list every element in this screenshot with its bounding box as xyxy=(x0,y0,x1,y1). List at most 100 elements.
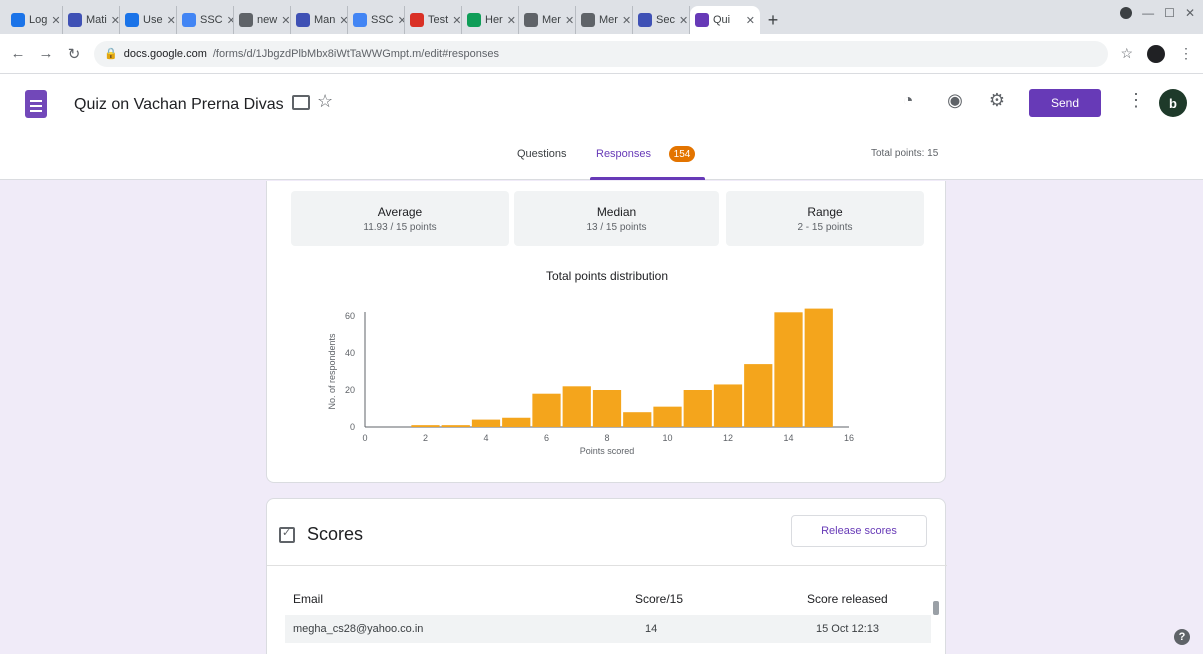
help-icon[interactable]: ? xyxy=(1174,629,1190,645)
chart-bar xyxy=(653,406,682,427)
browser-tab[interactable]: Use ✕ xyxy=(120,6,177,34)
column-header-email: Email xyxy=(293,592,324,606)
active-tab-indicator xyxy=(590,177,705,180)
form-title[interactable]: Quiz on Vachan Prerna Divas xyxy=(74,96,284,114)
scores-title: Scores xyxy=(307,524,364,544)
browser-tab[interactable]: Her ✕ xyxy=(462,6,519,34)
browser-tab-label: Her xyxy=(485,14,503,26)
browser-tab-label: SSC xyxy=(371,14,394,26)
x-tick-label: 2 xyxy=(423,433,428,443)
x-axis-label: Points scored xyxy=(580,446,635,456)
reload-icon[interactable]: ↻ xyxy=(66,45,82,63)
star-icon[interactable]: ☆ xyxy=(317,91,333,112)
browser-tab[interactable]: SSC ✕ xyxy=(348,6,405,34)
close-icon[interactable]: ✕ xyxy=(507,14,516,27)
palette-icon[interactable]: ◔ xyxy=(897,90,919,111)
close-window-button[interactable]: ✕ xyxy=(1185,6,1195,20)
more-vert-icon[interactable]: ⋮ xyxy=(1127,90,1145,111)
profile-avatar[interactable] xyxy=(1147,44,1165,63)
browser-tab[interactable]: new ✕ xyxy=(234,6,291,34)
close-icon[interactable]: ✕ xyxy=(227,14,233,27)
browser-tab[interactable]: SSC ✕ xyxy=(177,6,234,34)
y-tick-label: 0 xyxy=(350,422,355,432)
close-icon[interactable]: ✕ xyxy=(398,14,404,27)
back-icon[interactable]: ← xyxy=(10,45,26,62)
browser-menu-icon[interactable]: ⋮ xyxy=(1179,45,1193,62)
tab-responses[interactable]: Responses xyxy=(596,148,651,160)
close-icon[interactable]: ✕ xyxy=(51,14,60,27)
browser-tab[interactable]: Mer ✕ xyxy=(576,6,633,34)
scores-check-icon xyxy=(279,526,295,543)
settings-gear-icon[interactable]: ⚙ xyxy=(986,90,1008,111)
url-host: docs.google.com xyxy=(123,47,207,60)
account-avatar[interactable]: b xyxy=(1159,89,1187,117)
bookmark-star-icon[interactable]: ☆ xyxy=(1120,45,1133,62)
close-icon[interactable]: ✕ xyxy=(167,14,176,27)
browser-tab[interactable]: Mati ✕ xyxy=(63,6,120,34)
favicon-icon xyxy=(524,13,538,27)
favicon-icon xyxy=(296,13,310,27)
chart-bar xyxy=(471,419,501,427)
browser-tab[interactable]: Test ✕ xyxy=(405,6,462,34)
browser-tab-active[interactable]: Qui ✕ xyxy=(690,6,760,34)
favicon-icon xyxy=(410,13,424,27)
new-tab-button[interactable]: + xyxy=(760,6,786,34)
minimize-button[interactable]: — xyxy=(1142,6,1154,20)
summary-card: Average 11.93 / 15 points Median 13 / 15… xyxy=(266,181,946,483)
chart-bar xyxy=(683,390,712,427)
responses-count-badge: 154 xyxy=(669,146,695,162)
browser-tab[interactable]: Log ✕ xyxy=(6,6,63,34)
favicon-icon xyxy=(638,13,652,27)
y-axis-label: No. of respondents xyxy=(327,333,337,410)
row-released: 15 Oct 12:13 xyxy=(816,623,879,635)
browser-tab-label: Mer xyxy=(542,14,561,26)
browser-tab-label: Mer xyxy=(599,14,618,26)
chart-bar xyxy=(562,386,591,427)
chart-bar xyxy=(804,308,833,427)
forward-icon[interactable]: → xyxy=(38,45,54,62)
favicon-icon xyxy=(11,13,25,27)
close-icon[interactable]: ✕ xyxy=(746,14,755,27)
browser-tab-label: Sec xyxy=(656,14,675,26)
extension-icon[interactable] xyxy=(1120,7,1133,19)
browser-tab-label: Mati xyxy=(86,14,107,26)
column-header-released: Score released xyxy=(807,592,888,606)
x-tick-label: 14 xyxy=(783,433,793,443)
send-button[interactable]: Send xyxy=(1029,89,1101,117)
y-tick-label: 20 xyxy=(345,385,355,395)
folder-icon[interactable] xyxy=(292,95,310,110)
browser-tab[interactable]: Sec ✕ xyxy=(633,6,690,34)
browser-tab[interactable]: Mer ✕ xyxy=(519,6,576,34)
divider xyxy=(267,565,947,566)
release-scores-button[interactable]: Release scores xyxy=(791,515,927,547)
forms-logo-icon[interactable] xyxy=(25,90,47,118)
browser-tab-strip: Log✕Mati✕Use✕SSC✕new✕Man✕SSC✕Test✕Her✕Me… xyxy=(0,0,1203,34)
address-bar[interactable]: 🔒 docs.google.com/forms/d/1JbgzdPlbMbx8i… xyxy=(94,40,1109,67)
favicon-icon xyxy=(581,13,595,27)
chart-bar xyxy=(774,312,803,427)
tab-questions[interactable]: Questions xyxy=(517,148,567,160)
browser-tab-label: new xyxy=(257,14,278,26)
browser-tab-label: SSC xyxy=(200,14,223,26)
points-distribution-chart: 0 2 4 6 8 10 12 14 16 0 20 40 60 Points scored No. of … xyxy=(327,308,854,456)
scores-card: Scores Release scores Email Score/15 Sco… xyxy=(266,498,947,654)
window-controls: — ☐ ✕ xyxy=(1120,6,1195,20)
row-score: 14 xyxy=(645,623,658,635)
close-icon[interactable]: ✕ xyxy=(679,14,688,27)
close-icon[interactable]: ✕ xyxy=(622,14,631,27)
table-scrollbar[interactable] xyxy=(932,587,940,647)
close-icon[interactable]: ✕ xyxy=(565,14,574,27)
preview-eye-icon[interactable]: ◉ xyxy=(944,90,966,111)
x-tick-label: 12 xyxy=(723,433,733,443)
scrollbar-thumb[interactable] xyxy=(933,601,939,615)
x-tick-label: 10 xyxy=(662,433,672,443)
maximize-button[interactable]: ☐ xyxy=(1164,6,1175,20)
browser-tab-label: Log xyxy=(29,14,48,26)
column-header-score: Score/15 xyxy=(635,592,684,606)
close-icon[interactable]: ✕ xyxy=(452,14,461,27)
browser-tab[interactable]: Man ✕ xyxy=(291,6,348,34)
close-icon[interactable]: ✕ xyxy=(111,14,119,27)
close-icon[interactable]: ✕ xyxy=(339,14,347,27)
chart-bar xyxy=(441,425,470,427)
close-icon[interactable]: ✕ xyxy=(281,14,290,27)
